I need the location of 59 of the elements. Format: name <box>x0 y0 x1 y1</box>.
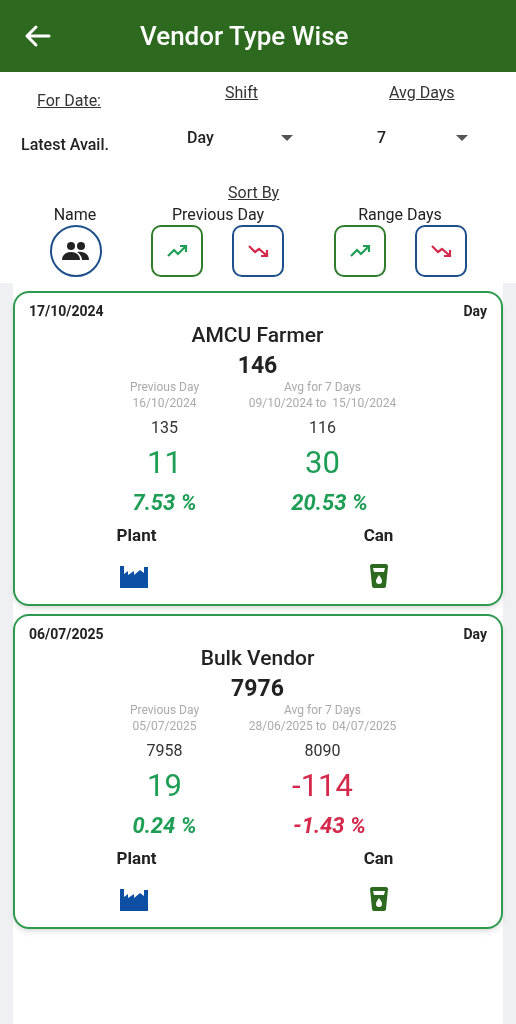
can-label: Can <box>362 847 395 870</box>
vendor-name: AMCU Farmer <box>190 322 325 349</box>
average-difference: -114 <box>291 766 354 806</box>
previous-day-label: Previous Day <box>128 379 201 395</box>
sort-ascending-button[interactable] <box>151 225 203 277</box>
plant-label: Plant <box>115 847 158 870</box>
average-date-range: 09/10/2024 to 15/10/2024 <box>247 395 398 411</box>
for-date-label: For Date: <box>37 90 101 112</box>
previous-value: 7958 <box>145 740 184 762</box>
trending-up-icon <box>349 244 371 258</box>
previous-date: 16/10/2024 <box>131 395 198 411</box>
trending-down-icon <box>430 244 452 258</box>
sort-option-label: Range Days <box>357 204 443 226</box>
sort-ascending-button[interactable] <box>334 225 386 277</box>
vendor-name: Bulk Vendor <box>199 645 316 672</box>
dropdown-caret-icon <box>456 134 468 142</box>
previous-percent: 0.24 % <box>131 812 198 840</box>
can-label: Can <box>362 524 395 547</box>
sort-option-label: Name <box>52 204 98 226</box>
people-icon <box>61 241 91 261</box>
previous-value: 135 <box>150 417 179 439</box>
average-label: Avg for 7 Days <box>283 702 362 718</box>
previous-difference: 19 <box>146 766 183 806</box>
dropdown-caret-icon <box>281 134 293 142</box>
sort-descending-button[interactable] <box>415 225 467 277</box>
previous-date: 05/07/2025 <box>131 718 198 734</box>
for-date-value: Latest Avail. <box>21 134 109 156</box>
previous-day-label: Previous Day <box>128 702 201 718</box>
plant-label: Plant <box>115 524 158 547</box>
shift-text: Day <box>463 302 487 321</box>
shift-dropdown[interactable]: Day <box>187 124 293 152</box>
average-value: 116 <box>308 417 337 439</box>
shift-text: Day <box>463 625 487 644</box>
card-date: 06/07/2025 <box>29 625 104 644</box>
can-icon <box>369 564 389 588</box>
average-difference: 30 <box>304 443 341 483</box>
total-value: 146 <box>236 351 279 381</box>
average-percent: 20.53 % <box>290 489 369 517</box>
sort-option-label: Previous Day <box>170 204 266 226</box>
previous-percent: 7.53 % <box>131 489 198 517</box>
trending-down-icon <box>247 244 269 258</box>
sort-by-name-button[interactable] <box>50 225 102 277</box>
average-label: Avg for 7 Days <box>283 379 362 395</box>
factory-icon <box>120 564 148 588</box>
card-date: 17/10/2024 <box>29 302 104 321</box>
average-date-range: 28/06/2025 to 04/07/2025 <box>247 718 398 734</box>
sort-by-label: Sort By <box>228 182 280 204</box>
previous-difference: 11 <box>146 443 183 483</box>
total-value: 7976 <box>230 674 285 704</box>
average-percent: -1.43 % <box>292 812 367 840</box>
screen-title: Vendor Type Wise <box>140 19 349 53</box>
avg-days-dropdown[interactable]: 7 <box>377 124 468 152</box>
average-value: 8090 <box>303 740 342 762</box>
avg-days-label: Avg Days <box>389 82 455 104</box>
trending-up-icon <box>166 244 188 258</box>
factory-icon <box>120 887 148 911</box>
sort-descending-button[interactable] <box>232 225 284 277</box>
shift-label: Shift <box>225 82 258 104</box>
can-icon <box>369 887 389 911</box>
